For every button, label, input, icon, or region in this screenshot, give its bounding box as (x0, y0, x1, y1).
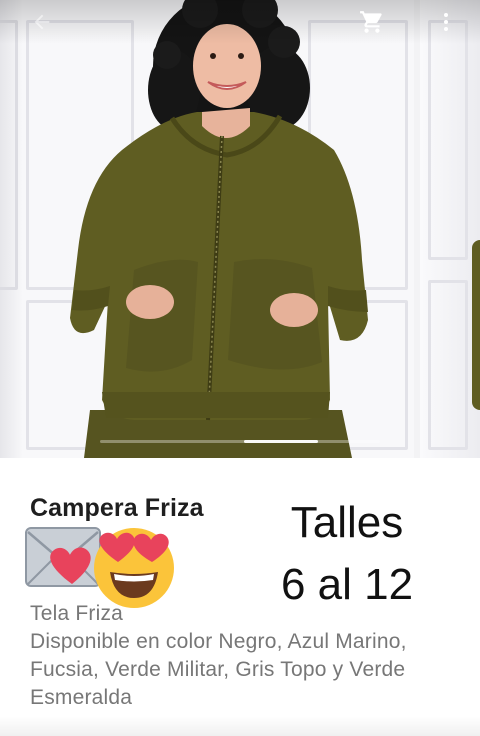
more-options-button[interactable] (428, 4, 464, 40)
door-panel (428, 20, 468, 260)
arrow-back-icon (34, 14, 50, 30)
description-line: Tela Friza (30, 602, 124, 625)
model-wearing-jacket (70, 0, 368, 458)
jacket-sleeve (472, 240, 480, 410)
sizes-text: Talles 6 al 12 (262, 492, 432, 616)
description-line: Disponible en color Negro, Azul Marino, (30, 630, 407, 653)
cart-button[interactable] (354, 4, 390, 40)
previous-slide-peek[interactable] (0, 0, 22, 458)
carousel-track (100, 440, 380, 443)
door-panel (0, 20, 18, 290)
top-app-bar (0, 0, 480, 44)
sizes-label: Talles (290, 498, 404, 547)
carousel-indicator (244, 440, 318, 443)
description-line: Esmeralda (30, 686, 133, 709)
product-info: Campera Friza Talles 6 al 12 Tela Friza … (0, 458, 480, 736)
product-image-carousel[interactable] (0, 0, 480, 458)
product-description: Tela Friza Disponible en color Negro, Az… (30, 600, 470, 712)
description-line: Fucsia, Verde Militar, Gris Topo y Verde (30, 658, 406, 681)
product-title: Campera Friza (30, 494, 204, 522)
shopping-cart-icon (360, 11, 382, 33)
bottom-shadow (0, 716, 480, 736)
more-vert-icon (444, 13, 448, 31)
product-photo[interactable] (22, 0, 414, 458)
next-slide-peek[interactable] (420, 0, 480, 458)
love-letter-icon (25, 527, 101, 587)
heart-eyes-emoji-icon (94, 528, 174, 608)
door-panel (428, 280, 468, 450)
back-button[interactable] (24, 4, 60, 40)
